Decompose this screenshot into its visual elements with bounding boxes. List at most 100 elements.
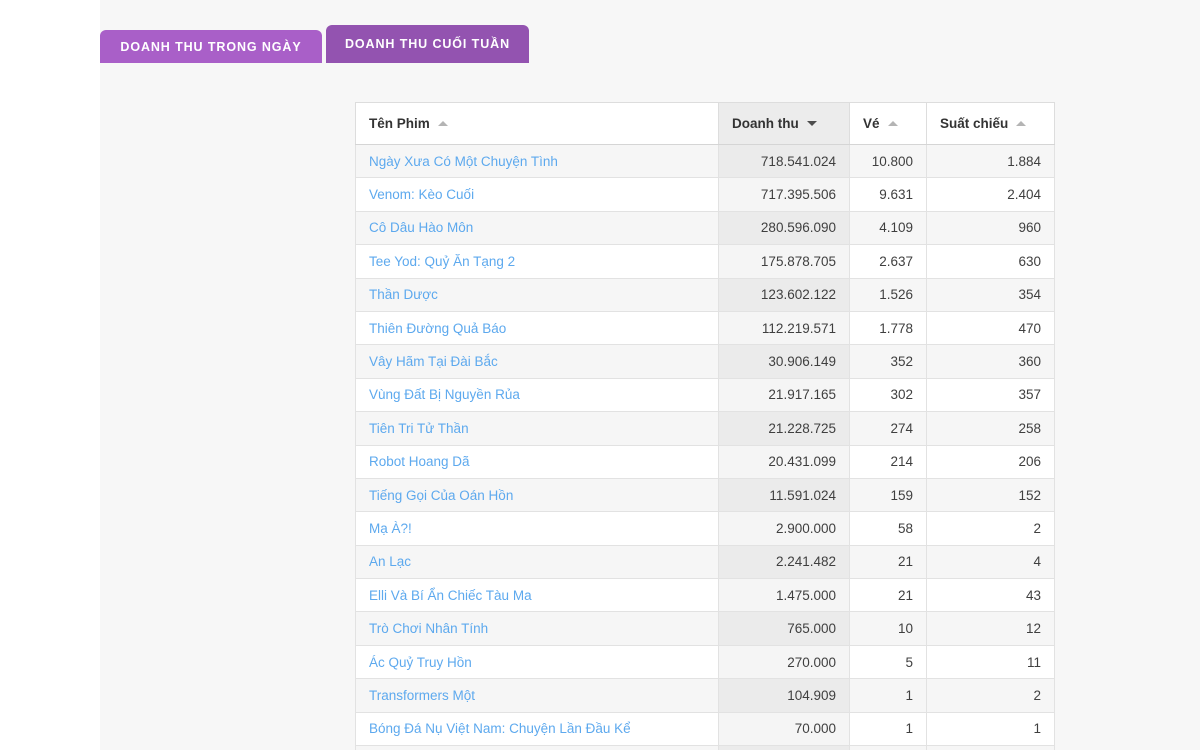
- table-row[interactable]: Cô Dâu Hào Môn 280.596.090 4.109 960: [355, 210, 1055, 246]
- movie-name-link[interactable]: Ngày Xưa Có Một Chuyện Tình: [369, 154, 558, 169]
- table-row[interactable]: Vây Hãm Tại Đài Bắc 30.906.149 352 360: [355, 344, 1055, 379]
- cell-movie-name: Venom: Kèo Cuối: [355, 177, 719, 212]
- cell-shows: 354: [926, 277, 1055, 312]
- cell-shows: 4: [926, 544, 1055, 580]
- cell-tickets: 214: [849, 444, 927, 479]
- cell-movie-name: Thiên Đường Quả Báo: [355, 310, 719, 346]
- cell-shows: 470: [926, 310, 1055, 346]
- cell-movie-name: Ngày Xưa Có Một Chuyện Tình: [355, 143, 719, 179]
- cell-tickets: 2.637: [849, 244, 927, 279]
- movie-name-link[interactable]: Venom: Kèo Cuối: [369, 187, 474, 202]
- table-row[interactable]: [355, 745, 1055, 750]
- cell-revenue: 20.431.099: [718, 444, 850, 479]
- table-row[interactable]: Ngày Xưa Có Một Chuyện Tình 718.541.024 10…: [355, 143, 1055, 179]
- cell-revenue: 280.596.090: [718, 210, 850, 246]
- cell-tickets: 1: [849, 678, 927, 713]
- cell-tickets: 5: [849, 644, 927, 680]
- column-header-label: Suất chiếu: [940, 116, 1009, 131]
- cell-revenue: 112.219.571: [718, 310, 850, 346]
- sort-arrow-up-icon[interactable]: [1016, 121, 1027, 126]
- cell-shows: 630: [926, 244, 1055, 279]
- column-header-ve[interactable]: Vé: [849, 102, 927, 145]
- cell-shows: 960: [926, 210, 1055, 246]
- table-row[interactable]: Elli Và Bí Ẩn Chiếc Tàu Ma 1.475.000 21 43: [355, 578, 1055, 613]
- cell-shows: 360: [926, 344, 1055, 379]
- cell-tickets: 9.631: [849, 177, 927, 212]
- cell-revenue: 70.000: [718, 711, 850, 747]
- table-row[interactable]: Tiếng Gọi Của Oán Hồn 11.591.024 159 152: [355, 477, 1055, 513]
- cell-revenue: [718, 745, 850, 750]
- table-row[interactable]: Robot Hoang Dã 20.431.099 214 206: [355, 444, 1055, 479]
- cell-revenue: 2.900.000: [718, 511, 850, 546]
- table-header-row: Tên Phim Doanh thu Vé Suất chiếu: [355, 102, 1055, 145]
- movie-name-link[interactable]: Robot Hoang Dã: [369, 454, 470, 469]
- cell-revenue: 21.917.165: [718, 377, 850, 413]
- movie-name-link[interactable]: An Lạc: [369, 554, 411, 569]
- sort-arrow-up-icon[interactable]: [887, 121, 898, 126]
- movie-name-link[interactable]: Transformers Một: [369, 688, 475, 703]
- cell-movie-name: Thần Dược: [355, 277, 719, 312]
- cell-tickets: 302: [849, 377, 927, 413]
- table-row[interactable]: Transformers Một 104.909 1 2: [355, 678, 1055, 713]
- tab-label: DOANH THU TRONG NGÀY: [120, 39, 302, 54]
- cell-tickets: 352: [849, 344, 927, 379]
- cell-shows: 12: [926, 611, 1055, 646]
- table-row[interactable]: Tee Yod: Quỷ Ăn Tạng 2 175.878.705 2.637 63…: [355, 244, 1055, 279]
- column-header-suat-chieu[interactable]: Suất chiếu: [926, 102, 1055, 145]
- table-row[interactable]: Thần Dược 123.602.122 1.526 354: [355, 277, 1055, 312]
- movie-name-link[interactable]: Mạ À?!: [369, 521, 412, 536]
- table-body: Ngày Xưa Có Một Chuyện Tình 718.541.024 10…: [355, 143, 1055, 750]
- cell-revenue: 123.602.122: [718, 277, 850, 312]
- table-row[interactable]: Mạ À?! 2.900.000 58 2: [355, 511, 1055, 546]
- movie-name-link[interactable]: Bóng Đá Nụ Việt Nam: Chuyện Lần Đầu Kể: [369, 721, 631, 736]
- cell-shows: 1: [926, 711, 1055, 747]
- movie-name-link[interactable]: Vây Hãm Tại Đài Bắc: [369, 354, 498, 369]
- table-row[interactable]: Venom: Kèo Cuối 717.395.506 9.631 2.404: [355, 177, 1055, 212]
- cell-movie-name: Tiếng Gọi Của Oán Hồn: [355, 477, 719, 513]
- movie-name-link[interactable]: Elli Và Bí Ẩn Chiếc Tàu Ma: [369, 588, 532, 603]
- revenue-tab-strip: DOANH THU TRONG NGÀY DOANH THU CUỐI TUẦN: [100, 0, 1200, 63]
- cell-tickets: 21: [849, 544, 927, 580]
- cell-revenue: 717.395.506: [718, 177, 850, 212]
- cell-shows: 258: [926, 411, 1055, 446]
- cell-movie-name: Tiên Tri Tử Thần: [355, 411, 719, 446]
- cell-tickets: [849, 745, 927, 750]
- cell-shows: 1.884: [926, 143, 1055, 179]
- movie-name-link[interactable]: Tiên Tri Tử Thần: [369, 421, 469, 436]
- tab-doanh-thu-trong-ngay[interactable]: DOANH THU TRONG NGÀY: [100, 30, 322, 63]
- table-row[interactable]: Ác Quỷ Truy Hồn 270.000 5 11: [355, 644, 1055, 680]
- movie-name-link[interactable]: Vùng Đất Bị Nguyền Rủa: [369, 387, 520, 402]
- cell-shows: 152: [926, 477, 1055, 513]
- cell-revenue: 11.591.024: [718, 477, 850, 513]
- sort-arrow-down-icon[interactable]: [806, 121, 817, 126]
- column-header-ten-phim[interactable]: Tên Phim: [355, 102, 719, 145]
- cell-shows: 11: [926, 644, 1055, 680]
- cell-movie-name: Trò Chơi Nhân Tính: [355, 611, 719, 646]
- table-row[interactable]: Tiên Tri Tử Thần 21.228.725 274 258: [355, 411, 1055, 446]
- movie-name-link[interactable]: Trò Chơi Nhân Tính: [369, 621, 488, 636]
- cell-movie-name: Cô Dâu Hào Môn: [355, 210, 719, 246]
- cell-movie-name: Vây Hãm Tại Đài Bắc: [355, 344, 719, 379]
- table-row[interactable]: Thiên Đường Quả Báo 112.219.571 1.778 470: [355, 310, 1055, 346]
- cell-revenue: 718.541.024: [718, 143, 850, 179]
- movie-name-link[interactable]: Tee Yod: Quỷ Ăn Tạng 2: [369, 254, 515, 269]
- movie-name-link[interactable]: Tiếng Gọi Của Oán Hồn: [369, 488, 513, 503]
- table-row[interactable]: Trò Chơi Nhân Tính 765.000 10 12: [355, 611, 1055, 646]
- sort-arrow-up-icon[interactable]: [437, 121, 448, 126]
- cell-revenue: 104.909: [718, 678, 850, 713]
- cell-revenue: 2.241.482: [718, 544, 850, 580]
- movie-name-link[interactable]: Ác Quỷ Truy Hồn: [369, 655, 472, 670]
- cell-tickets: 274: [849, 411, 927, 446]
- movie-name-link[interactable]: Thiên Đường Quả Báo: [369, 321, 506, 336]
- movie-name-link[interactable]: Thần Dược: [369, 287, 438, 302]
- table-row[interactable]: An Lạc 2.241.482 21 4: [355, 544, 1055, 580]
- column-header-doanh-thu[interactable]: Doanh thu: [718, 102, 850, 145]
- movie-name-link[interactable]: Cô Dâu Hào Môn: [369, 220, 473, 235]
- table-row[interactable]: Vùng Đất Bị Nguyền Rủa 21.917.165 302 357: [355, 377, 1055, 413]
- table-row[interactable]: Bóng Đá Nụ Việt Nam: Chuyện Lần Đầu Kể 70…: [355, 711, 1055, 747]
- cell-revenue: 765.000: [718, 611, 850, 646]
- tab-doanh-thu-cuoi-tuan[interactable]: DOANH THU CUỐI TUẦN: [326, 25, 529, 63]
- cell-shows: 2: [926, 678, 1055, 713]
- cell-tickets: 21: [849, 578, 927, 613]
- cell-shows: 357: [926, 377, 1055, 413]
